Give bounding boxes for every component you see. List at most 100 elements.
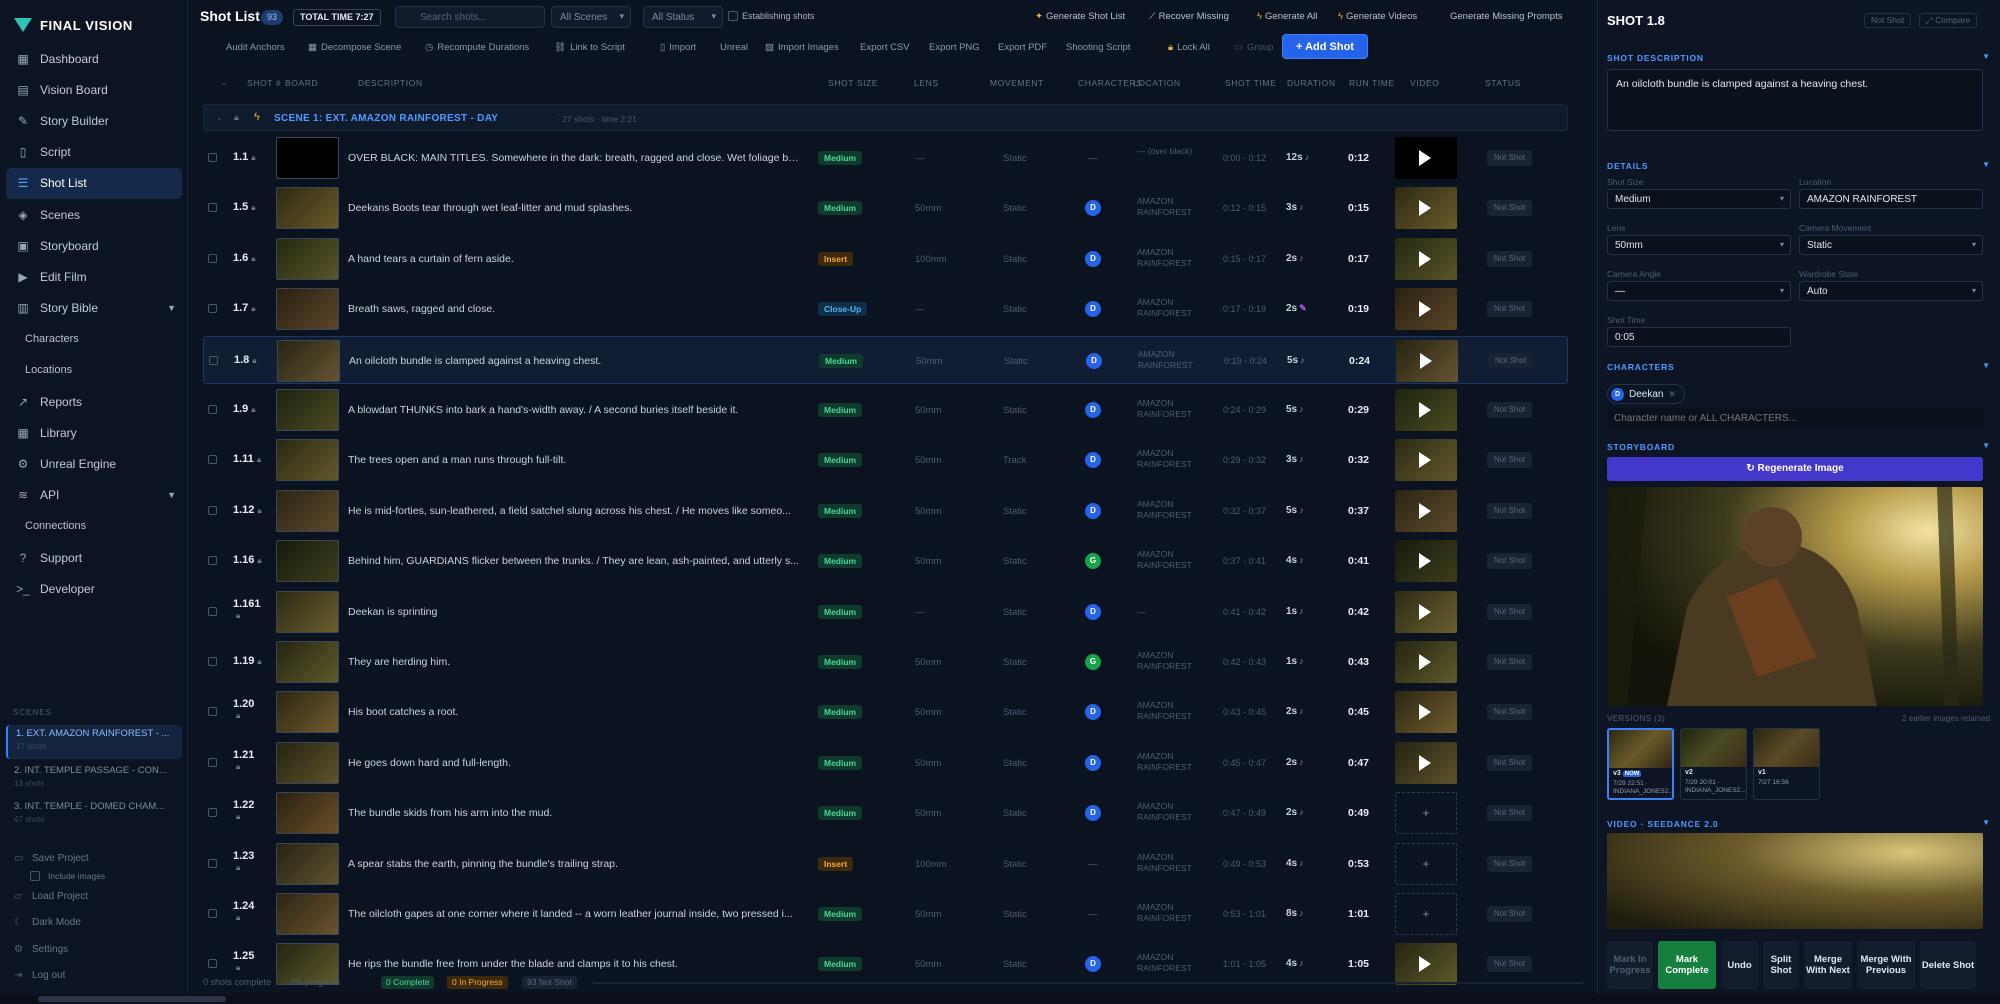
status-badge[interactable]: Not Shot [1488, 352, 1533, 369]
board-thumbnail[interactable] [276, 741, 339, 784]
import-images-button[interactable]: ▨ Import Images [765, 42, 839, 53]
camera-movement-select[interactable]: Static ▾ [1799, 235, 1983, 255]
board-thumbnail[interactable] [276, 641, 339, 683]
export-csv-button[interactable]: Export CSV [860, 42, 910, 53]
lock-icon[interactable]: 🔒︎ [257, 506, 261, 515]
split-shot-button[interactable]: Split Shot [1763, 941, 1799, 989]
character-avatar[interactable]: D [1085, 200, 1101, 217]
play-icon[interactable] [1419, 603, 1431, 620]
table-row[interactable]: 1.20 🔒︎ His boot catches a root. Medium 50mm… [203, 688, 1568, 736]
sidebar-item-locations[interactable]: Locations [6, 355, 182, 386]
play-icon[interactable] [1419, 200, 1431, 217]
sidebar-item-shot-list[interactable]: ☰ Shot List [6, 167, 182, 199]
table-row[interactable]: 1.9 🔒︎ A blowdart THUNKS into bark a hand'… [203, 386, 1568, 434]
delete-shot-button[interactable]: Delete Shot [1920, 941, 1976, 989]
sidebar-item-developer[interactable]: >_ Developer [6, 573, 182, 604]
shot-description[interactable]: Breath saws, ragged and close. [348, 303, 800, 315]
logout-button[interactable]: ⇥ Log out [14, 970, 65, 981]
shot-description[interactable]: Behind him, GUARDIANS flicker between th… [348, 555, 800, 567]
shot-size-select[interactable]: Medium ▾ [1607, 189, 1791, 209]
character-avatar[interactable]: D [1085, 250, 1101, 267]
sidebar-item-library[interactable]: ▦ Library [6, 417, 182, 448]
play-icon[interactable] [1419, 553, 1431, 570]
search-input[interactable] [395, 6, 545, 28]
video-thumb[interactable] [1395, 137, 1457, 179]
shot-size-pill[interactable]: Medium [818, 503, 863, 518]
shot-description[interactable]: His boot catches a root. [348, 706, 800, 718]
shot-size-pill[interactable]: Medium [818, 655, 863, 669]
row-checkbox[interactable] [209, 355, 218, 365]
video-thumb[interactable] [1395, 187, 1457, 230]
lock-icon[interactable]: 🔒︎ [251, 304, 255, 313]
shot-size-pill[interactable]: Medium [818, 151, 863, 165]
video-empty-slot[interactable]: + [1395, 893, 1457, 935]
shot-size-pill[interactable]: Medium [818, 554, 863, 569]
video-empty-slot[interactable]: + [1395, 792, 1457, 835]
chevron-down-icon[interactable]: ▼ [1982, 160, 1990, 169]
lock-icon[interactable]: 🔒︎ [251, 203, 255, 212]
add-shot-button[interactable]: + Add Shot [1282, 34, 1368, 59]
status-badge[interactable]: Not Shot [1487, 200, 1532, 217]
shot-time-field[interactable]: 0:05 [1607, 327, 1791, 347]
character-avatar[interactable]: D [1085, 956, 1101, 973]
lock-icon[interactable]: 🔒︎ [257, 657, 261, 666]
status-badge[interactable]: Not Shot [1487, 754, 1532, 771]
sidebar-item-edit-film[interactable]: ▶ Edit Film [6, 261, 182, 292]
video-thumb[interactable] [1395, 439, 1457, 482]
shot-description[interactable]: A blowdart THUNKS into bark a hand's-wid… [348, 404, 800, 416]
collapse-all-icon[interactable]: ⌄ [221, 79, 227, 87]
board-thumbnail[interactable] [276, 439, 339, 482]
shot-size-pill[interactable]: Insert [818, 251, 854, 266]
shot-size-pill[interactable]: Insert [818, 856, 854, 871]
compare-button[interactable]: ⤢ Compare [1919, 13, 1978, 28]
table-row[interactable]: 1.1 🔒︎ OVER BLACK: MAIN TITLES. Somewhere … [203, 134, 1568, 182]
video-thumb[interactable] [1395, 288, 1457, 331]
status-badge[interactable]: Not Shot [1487, 654, 1532, 670]
audit-anchors-button[interactable]: Audit Anchors [226, 42, 285, 53]
video-thumb[interactable] [1395, 590, 1457, 633]
video-thumb[interactable] [1395, 389, 1457, 431]
sidebar-item-api[interactable]: ≋ API ▼ [6, 480, 182, 511]
regenerate-image-button[interactable]: ↻ Regenerate Image [1607, 457, 1983, 481]
character-avatar[interactable]: D [1085, 502, 1101, 519]
row-checkbox[interactable] [208, 858, 217, 868]
sidebar-item-story-bible[interactable]: ▥ Story Bible ▼ [6, 293, 182, 324]
shooting-script-button[interactable]: Shooting Script [1066, 42, 1130, 53]
character-avatar[interactable]: G [1085, 553, 1101, 570]
status-badge[interactable]: Not Shot [1487, 553, 1532, 570]
board-thumbnail[interactable] [276, 187, 339, 230]
table-row[interactable]: 1.21 🔒︎ He goes down hard and full-length.… [203, 739, 1568, 787]
table-row[interactable]: 1.5 🔒︎ Deekans Boots tear through wet leaf… [203, 184, 1568, 232]
shot-size-pill[interactable]: Medium [818, 957, 863, 972]
status-badge[interactable]: Not Shot [1487, 704, 1532, 721]
status-badge[interactable]: Not Shot [1487, 250, 1532, 267]
table-row[interactable]: 1.24 🔒︎ The oilcloth gapes at one corner w… [203, 890, 1568, 938]
generate-all-button[interactable]: ϟ Generate All [1257, 11, 1317, 22]
character-avatar[interactable]: D [1086, 352, 1102, 369]
horizontal-scrollbar-thumb[interactable] [38, 996, 226, 1002]
undo-button[interactable]: Undo [1721, 941, 1758, 989]
board-thumbnail[interactable] [276, 389, 339, 431]
lock-icon[interactable]: 🔒︎ [236, 912, 273, 924]
lock-all-button[interactable]: 🔒︎ Lock All [1168, 42, 1210, 53]
table-row[interactable]: 1.161 🔒︎ Deekan is sprinting Medium — Static D… [203, 588, 1568, 636]
shot-description[interactable]: An oilcloth bundle is clamped against a … [349, 355, 801, 367]
character-chip[interactable]: D Deekan ✕ [1607, 384, 1686, 404]
shot-description[interactable]: He is mid-forties, sun-leathered, a fiel… [348, 505, 800, 517]
shot-description[interactable]: The bundle skids from his arm into the m… [348, 807, 800, 819]
shot-description-field[interactable]: An oilcloth bundle is clamped against a … [1607, 69, 1983, 131]
video-preview[interactable] [1607, 833, 1983, 929]
shot-size-pill[interactable]: Medium [818, 201, 863, 216]
lock-icon[interactable]: 🔒︎ [251, 405, 255, 414]
lock-icon[interactable]: 🔒︎ [252, 356, 256, 365]
sidebar-item-connections[interactable]: Connections [6, 511, 182, 542]
status-badge[interactable]: Not Shot [1487, 402, 1532, 418]
status-badge[interactable]: Not Shot [1487, 855, 1532, 872]
video-thumb[interactable] [1395, 691, 1457, 734]
board-thumbnail[interactable] [276, 842, 339, 885]
shot-description[interactable]: A spear stabs the earth, pinning the bun… [348, 858, 800, 870]
row-checkbox[interactable] [208, 808, 217, 818]
character-avatar[interactable]: D [1085, 402, 1101, 418]
chevron-down-icon[interactable]: ▼ [1982, 441, 1990, 450]
generate-shot-list-button[interactable]: ✦ Generate Shot List [1035, 11, 1125, 22]
